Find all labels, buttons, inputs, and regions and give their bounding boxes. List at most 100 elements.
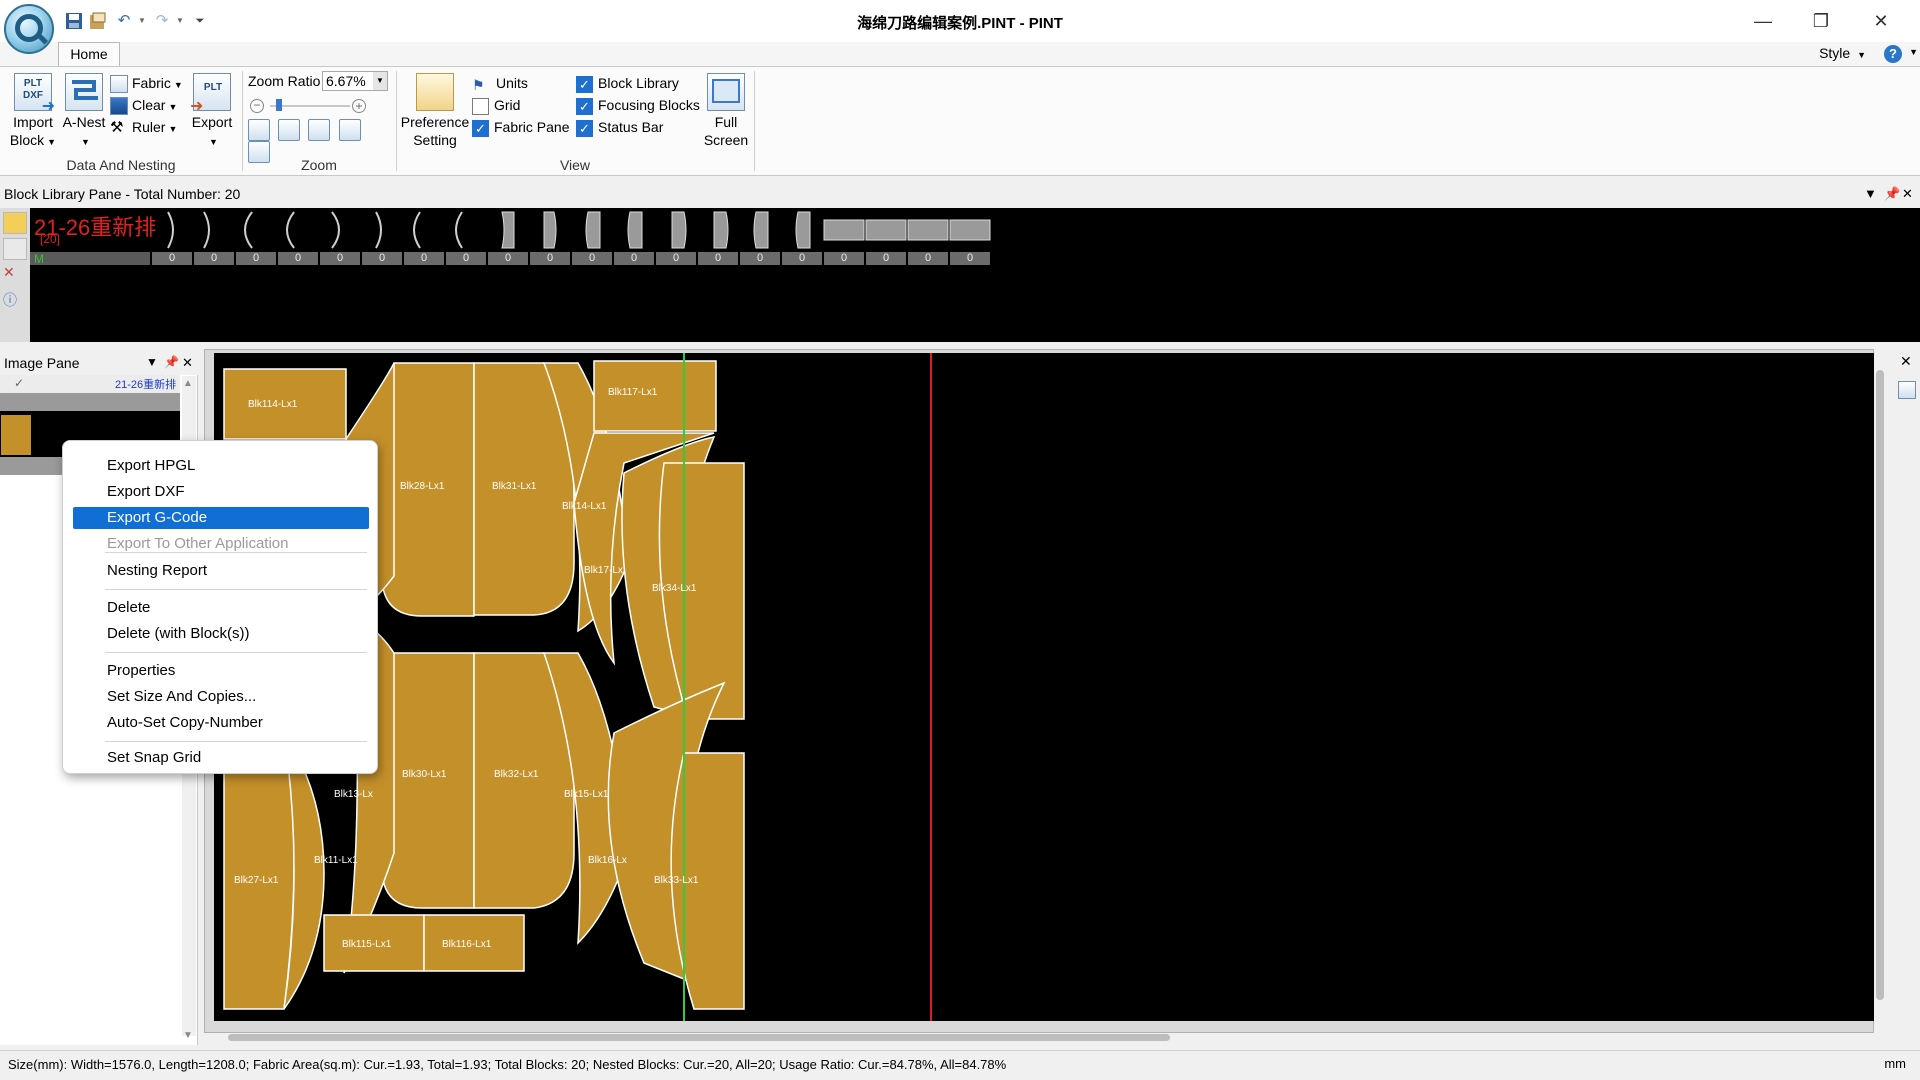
block-thumb bbox=[949, 219, 991, 241]
units-toggle[interactable]: ⚑ Units bbox=[472, 73, 582, 95]
image-pane-thumbnail[interactable] bbox=[1, 415, 31, 455]
pin-icon[interactable]: 📌 bbox=[1884, 186, 1900, 202]
view-column-1: ⚑ Units Grid ✓ Fabric Pane bbox=[472, 73, 582, 139]
menu-item-delete-with-blocks[interactable]: Delete (with Block(s)) bbox=[73, 623, 369, 645]
preference-setting-button[interactable]: Preference Setting bbox=[400, 73, 470, 149]
zoom-window-icon[interactable] bbox=[248, 119, 270, 141]
info-icon[interactable]: ⓘ bbox=[3, 290, 27, 312]
block-library-job-count: [20] bbox=[40, 232, 61, 246]
menu-item-set-size-and-copies[interactable]: Set Size And Copies... bbox=[73, 686, 369, 708]
zoom-out-icon[interactable]: − bbox=[250, 99, 264, 113]
zoom-in-icon[interactable]: + bbox=[352, 99, 366, 113]
zoom-fit-icon[interactable] bbox=[308, 119, 331, 141]
scroll-down-icon[interactable]: ▼ bbox=[183, 1030, 193, 1041]
right-side-strip: ✕ bbox=[1895, 351, 1920, 1051]
pin-icon[interactable]: 📌 bbox=[164, 355, 179, 369]
block-library-toolbar: ✕ ⓘ bbox=[0, 208, 30, 342]
restore-button[interactable]: ❐ bbox=[1798, 6, 1844, 36]
pane-dropdown-icon[interactable]: ▼ bbox=[1864, 186, 1877, 201]
import-block-button[interactable]: PLT DXF ➜ Import Block ▼ bbox=[8, 73, 58, 151]
status-bar: Size(mm): Width=1576.0, Length=1208.0; F… bbox=[0, 1050, 1920, 1080]
check-icon: ✓ bbox=[14, 376, 25, 390]
nesting-layout bbox=[223, 353, 932, 1021]
block-label: Blk34-Lx1 bbox=[652, 583, 697, 594]
delete-block-icon[interactable]: ✕ bbox=[3, 264, 27, 286]
menu-separator bbox=[105, 652, 367, 653]
help-icon[interactable]: ? bbox=[1884, 45, 1902, 63]
group-separator bbox=[754, 71, 755, 171]
sort-icon[interactable] bbox=[3, 238, 27, 260]
help-dropdown-icon[interactable]: ▼ bbox=[1909, 47, 1918, 57]
block-label: Blk30-Lx1 bbox=[402, 769, 447, 780]
block-thumb bbox=[907, 219, 949, 241]
a-nest-button[interactable]: A-Nest ▼ bbox=[60, 73, 108, 151]
full-screen-button[interactable]: Full Screen bbox=[700, 73, 752, 149]
block-thumb bbox=[244, 211, 253, 249]
ruler-button[interactable]: ⚒ Ruler ▼ bbox=[110, 117, 190, 139]
menu-item-properties[interactable]: Properties bbox=[73, 660, 369, 682]
chevron-down-icon[interactable]: ▼ bbox=[373, 72, 387, 90]
style-menu[interactable]: Style ▼ bbox=[1819, 45, 1866, 61]
zoom-slider-track[interactable] bbox=[270, 105, 350, 107]
chevron-down-icon: ▼ bbox=[168, 124, 178, 134]
clear-button[interactable]: Clear ▼ bbox=[110, 95, 190, 117]
menu-item-export-dxf[interactable]: Export DXF bbox=[73, 481, 369, 503]
block-thumb bbox=[823, 219, 865, 241]
grid-checkbox-box[interactable] bbox=[472, 97, 489, 115]
status-bar-checkbox[interactable]: ✓ Status Bar bbox=[576, 117, 706, 139]
block-thumb bbox=[331, 211, 340, 249]
block-thumb bbox=[627, 211, 643, 249]
menu-item-delete[interactable]: Delete bbox=[73, 597, 369, 619]
grid-checkbox[interactable]: Grid bbox=[472, 95, 582, 117]
block-library-checkbox-box[interactable]: ✓ bbox=[576, 75, 593, 93]
focusing-blocks-checkbox-box[interactable]: ✓ bbox=[576, 97, 593, 115]
menu-item-auto-set-copy-number[interactable]: Auto-Set Copy-Number bbox=[73, 712, 369, 734]
group-label-data-and-nesting: Data And Nesting bbox=[66, 157, 176, 173]
clear-icon bbox=[110, 97, 128, 116]
menu-separator bbox=[105, 741, 367, 742]
zoom-actual-icon[interactable] bbox=[338, 119, 361, 141]
block-thumb bbox=[501, 211, 515, 249]
close-pane-icon[interactable]: ✕ bbox=[1902, 186, 1913, 202]
chevron-down-icon: ▼ bbox=[47, 137, 57, 147]
status-bar-checkbox-box[interactable]: ✓ bbox=[576, 119, 593, 137]
app-logo-icon[interactable] bbox=[4, 4, 54, 54]
export-button[interactable]: PLT ➜ Export ▼ bbox=[188, 73, 236, 151]
status-bar-unit: mm bbox=[1884, 1056, 1906, 1071]
block-label: Blk15-Lx1 bbox=[564, 789, 609, 800]
fabric-button[interactable]: Fabric ▼ bbox=[110, 73, 190, 95]
fabric-pane-checkbox[interactable]: ✓ Fabric Pane bbox=[472, 117, 582, 139]
chevron-down-icon: ▼ bbox=[1857, 50, 1866, 60]
focusing-blocks-checkbox[interactable]: ✓ Focusing Blocks bbox=[576, 95, 706, 117]
image-pane-item-label: 21-26重新排 bbox=[115, 379, 177, 391]
minimize-button[interactable]: — bbox=[1740, 6, 1786, 36]
lightning-icon[interactable] bbox=[3, 212, 27, 234]
block-count: 0 bbox=[404, 252, 444, 265]
grid-view-icon[interactable] bbox=[1898, 381, 1916, 399]
menu-item-set-snap-grid[interactable]: Set Snap Grid bbox=[73, 747, 369, 769]
ribbon-tab-strip: Home Style ▼ ? ▼ bbox=[0, 42, 1920, 67]
close-pane-icon[interactable]: ✕ bbox=[1900, 353, 1912, 370]
block-count: 0 bbox=[950, 252, 990, 265]
menu-item-export-hpgl[interactable]: Export HPGL bbox=[73, 455, 369, 477]
style-menu-label: Style bbox=[1819, 45, 1851, 61]
block-thumb bbox=[713, 211, 729, 249]
canvas-vertical-scrollbar[interactable] bbox=[1876, 370, 1884, 1000]
tab-home[interactable]: Home bbox=[58, 42, 120, 67]
block-library-checkbox[interactable]: ✓ Block Library bbox=[576, 73, 706, 95]
close-button[interactable]: ✕ bbox=[1858, 6, 1904, 36]
menu-item-nesting-report[interactable]: Nesting Report bbox=[73, 560, 369, 582]
block-label: Blk116-Lx1 bbox=[442, 939, 492, 950]
zoom-decrease-icon[interactable] bbox=[278, 119, 301, 141]
block-library-pane-header: Block Library Pane - Total Number: 20 bbox=[0, 183, 1920, 205]
fabric-pane-checkbox-box[interactable]: ✓ bbox=[472, 119, 489, 137]
zoom-slider-thumb[interactable] bbox=[276, 99, 282, 111]
fabric-canvas[interactable]: Blk114-Lx1 Blk117-Lx1 Blk28-Lx1 Blk31-Lx… bbox=[214, 353, 1874, 1021]
menu-item-export-gcode[interactable]: Export G-Code bbox=[73, 507, 369, 529]
zoom-ratio-combo[interactable]: 6.67% ▼ bbox=[322, 71, 388, 91]
canvas-horizontal-scrollbar[interactable] bbox=[228, 1034, 1170, 1041]
pane-dropdown-icon[interactable]: ▼ bbox=[146, 355, 158, 369]
scroll-up-icon[interactable]: ▲ bbox=[183, 378, 193, 389]
import-block-label-2: Block ▼ bbox=[9, 132, 57, 148]
close-pane-icon[interactable]: ✕ bbox=[182, 355, 193, 371]
